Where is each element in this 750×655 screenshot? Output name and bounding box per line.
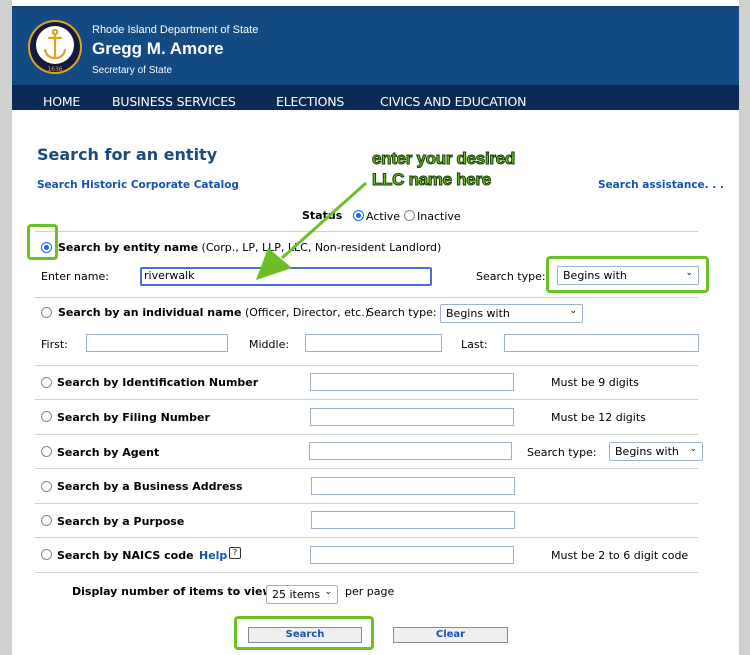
naics-label: Search by NAICS code [57, 549, 194, 562]
purpose-radio[interactable] [41, 515, 52, 526]
divider [35, 503, 698, 504]
nav-business-services[interactable]: BUSINESS SERVICES [112, 94, 236, 109]
id-number-label: Search by Identification Number [57, 376, 259, 389]
individual-search-type-label: Search type: [367, 306, 437, 319]
first-name-label: First: [41, 338, 68, 351]
naics-note: Must be 2 to 6 digit code [551, 549, 689, 562]
divider [35, 365, 698, 366]
entity-search-type-value: Begins with [563, 269, 627, 282]
address-label: Search by a Business Address [57, 480, 243, 493]
id-number-note: Must be 9 digits [551, 376, 639, 389]
status-inactive-label: Inactive [417, 210, 461, 223]
search-assistance-link[interactable]: Search assistance. . . [598, 179, 724, 191]
scrollbar[interactable] [739, 0, 750, 655]
divider [35, 231, 698, 232]
help-question-icon[interactable]: ? [229, 547, 241, 559]
address-radio[interactable] [41, 481, 52, 492]
agent-search-type-label: Search type: [527, 446, 597, 459]
entity-name-hint: (Corp., LP, LLP, LLC, Non-resident Landl… [201, 241, 442, 254]
status-label: Status [302, 209, 343, 222]
agent-radio[interactable] [41, 446, 52, 457]
id-number-input[interactable] [310, 373, 514, 391]
agent-input[interactable] [309, 442, 512, 460]
purpose-input[interactable] [311, 511, 515, 529]
annotation-line-1: enter your desired [372, 149, 516, 169]
entity-search-type-select[interactable]: Begins with ⌄ [557, 266, 699, 285]
state-seal-logo: 1636 [28, 20, 82, 74]
individual-radio[interactable] [41, 307, 52, 318]
chevron-down-icon: ⌄ [689, 444, 697, 454]
individual-search-type-select[interactable]: Begins with ⌄ [440, 304, 583, 323]
chevron-down-icon: ⌄ [685, 268, 693, 278]
divider [35, 399, 698, 400]
chevron-down-icon: ⌄ [324, 587, 332, 597]
status-active-radio[interactable] [353, 210, 364, 221]
address-input[interactable] [311, 477, 515, 495]
entity-name-input[interactable]: riverwalk [140, 267, 432, 286]
page-title: Search for an entity [37, 145, 218, 164]
id-number-radio[interactable] [41, 377, 52, 388]
entity-name-label: Search by entity name [58, 241, 199, 254]
entity-name-option: Search by entity name (Corp., LP, LLP, L… [58, 241, 441, 254]
agent-search-type-select[interactable]: Begins with ⌄ [609, 442, 703, 461]
entity-search-type-label: Search type: [476, 270, 546, 283]
divider [35, 297, 698, 298]
divider [35, 537, 698, 538]
entity-name-radio[interactable] [41, 242, 52, 253]
annotation-callout: enter your desired LLC name here [372, 148, 516, 190]
divider [35, 572, 698, 573]
office-title: Secretary of State [92, 65, 173, 76]
divider [35, 434, 698, 435]
display-items-value: 25 items [272, 588, 321, 601]
individual-hint: (Officer, Director, etc.) [244, 306, 369, 319]
annotation-line-2: LLC name here [372, 170, 492, 190]
filing-number-note: Must be 12 digits [551, 411, 646, 424]
nav-elections[interactable]: ELECTIONS [276, 94, 344, 109]
chevron-down-icon: ⌄ [569, 306, 577, 316]
middle-name-label: Middle: [249, 338, 290, 351]
search-button[interactable]: Search [248, 627, 362, 643]
divider [35, 468, 698, 469]
agency-name: Rhode Island Department of State [92, 24, 259, 36]
official-name: Gregg M. Amore [92, 39, 224, 58]
historic-catalog-link[interactable]: Search Historic Corporate Catalog [37, 179, 239, 191]
last-name-label: Last: [461, 338, 488, 351]
filing-number-radio[interactable] [41, 411, 52, 422]
site-header: 1636 Rhode Island Department of State Gr… [12, 6, 739, 86]
nav-home[interactable]: HOME [43, 94, 80, 109]
naics-radio[interactable] [41, 549, 52, 560]
main-nav: HOME BUSINESS SERVICES ELECTIONS CIVICS … [12, 85, 739, 110]
filing-number-label: Search by Filing Number [57, 411, 210, 424]
individual-search-type-value: Begins with [446, 307, 510, 320]
nav-civics-education[interactable]: CIVICS AND EDUCATION [380, 94, 526, 109]
status-inactive-radio[interactable] [404, 210, 415, 221]
middle-name-input[interactable] [305, 334, 442, 352]
svg-text:1636: 1636 [47, 66, 62, 73]
last-name-input[interactable] [504, 334, 699, 352]
purpose-label: Search by a Purpose [57, 515, 185, 528]
display-items-label: Display number of items to view: [72, 585, 277, 598]
naics-input[interactable] [310, 546, 514, 564]
agent-search-type-value: Begins with [615, 445, 679, 458]
agent-label: Search by Agent [57, 446, 160, 459]
individual-label: Search by an individual name [58, 306, 242, 319]
filing-number-input[interactable] [310, 408, 514, 426]
per-page-label: per page [345, 585, 395, 598]
individual-option: Search by an individual name (Officer, D… [58, 306, 369, 319]
naics-help-link[interactable]: Help [199, 549, 227, 562]
enter-name-label: Enter name: [41, 270, 109, 283]
status-active-label: Active [366, 210, 401, 223]
clear-button[interactable]: Clear [393, 627, 508, 643]
display-items-select[interactable]: 25 items ⌄ [266, 585, 338, 604]
first-name-input[interactable] [86, 334, 228, 352]
